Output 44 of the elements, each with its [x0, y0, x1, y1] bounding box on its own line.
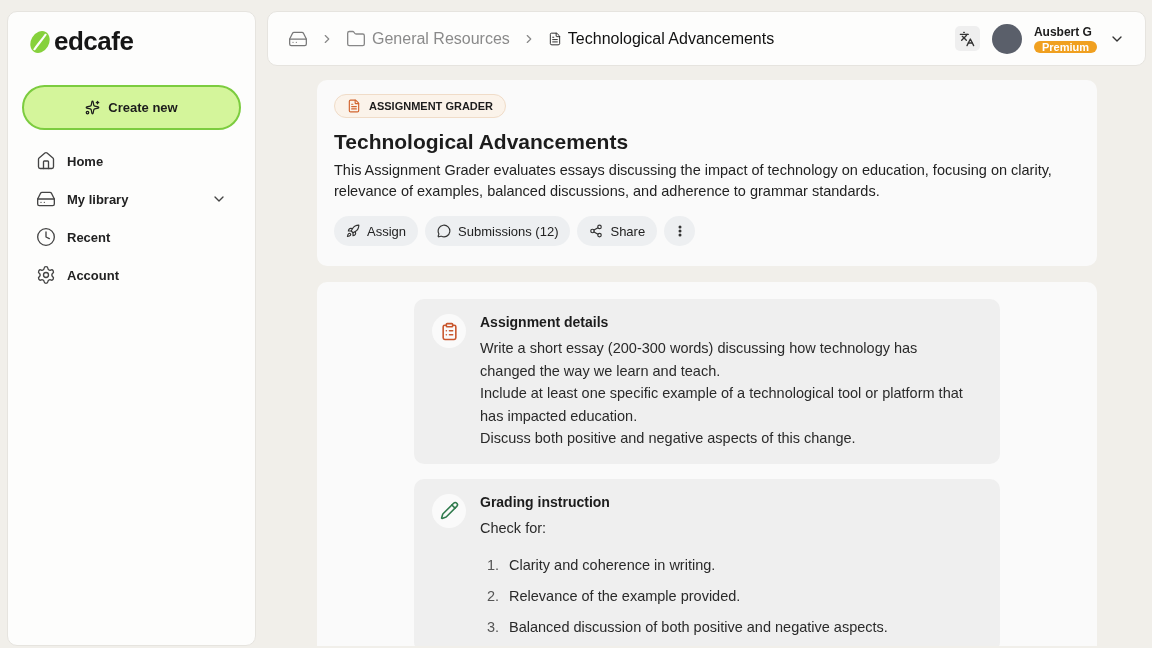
list-item-text: Balanced discussion of both positive and negative aspects. [509, 618, 888, 637]
create-new-button[interactable]: Create new [22, 85, 241, 130]
clipboard-icon [439, 321, 459, 341]
section-text: Check for: [480, 518, 548, 538]
document-icon [347, 99, 361, 113]
pencil-icon [439, 501, 459, 520]
avatar [991, 23, 1022, 54]
sidebar-item[interactable]: Account [22, 258, 241, 292]
user-name: Ausbert G [1033, 24, 1092, 39]
action-button[interactable]: Submissions (12) [425, 216, 571, 246]
type-tag: ASSIGNMENT GRADER [334, 94, 507, 118]
action-button[interactable]: Share [577, 216, 658, 246]
list-item-text: Relevance of the example provided. [509, 587, 741, 606]
more-icon [677, 225, 682, 237]
section-title: Assignment details [480, 314, 610, 330]
sidebar-item[interactable]: Home [22, 144, 241, 178]
sidebar-item[interactable]: Recent [22, 220, 241, 254]
drive-icon [36, 189, 56, 209]
home-icon [36, 151, 56, 171]
section-text: Include at least one specific example of a technological tool or platform that has impacted education. [480, 384, 964, 426]
rocket-icon [346, 224, 360, 238]
sidebar-item[interactable]: My library [22, 182, 241, 216]
clock-icon [36, 227, 56, 247]
logo-text: edcafe [54, 26, 134, 57]
sparkle-icon [85, 100, 101, 115]
action-button[interactable]: Assign [334, 216, 419, 246]
section-text: Write a short essay (200-300 words) discussing how technology has changed the way we learn and teach. [480, 339, 919, 381]
list-number: 3. [487, 618, 501, 637]
logo-icon [29, 29, 51, 54]
folder-icon [346, 28, 366, 49]
list-number: 1. [487, 556, 501, 575]
premium-badge: Premium [1033, 40, 1097, 53]
assignment-description: This Assignment Grader evaluates essays discussing the impact of technology on education, focusing on clarity, relevance of examples, balanced discussions, and adherence to grammar standards. [334, 161, 1053, 201]
settings-icon [36, 265, 56, 285]
document-icon [547, 31, 562, 46]
chat-bubble-icon [437, 224, 452, 238]
list-item-text: Clarity and coherence in writing. [509, 556, 716, 575]
list-number: 2. [487, 587, 501, 606]
translate-button[interactable] [954, 26, 980, 51]
share-icon [589, 224, 604, 238]
section-title: Grading instruction [480, 493, 611, 510]
breadcrumb-item[interactable]: Technological Advancements [547, 29, 775, 48]
section-text: Discuss both positive and negative aspects of this change. [480, 429, 857, 448]
assignment-title: Technological Advancements [334, 130, 630, 154]
